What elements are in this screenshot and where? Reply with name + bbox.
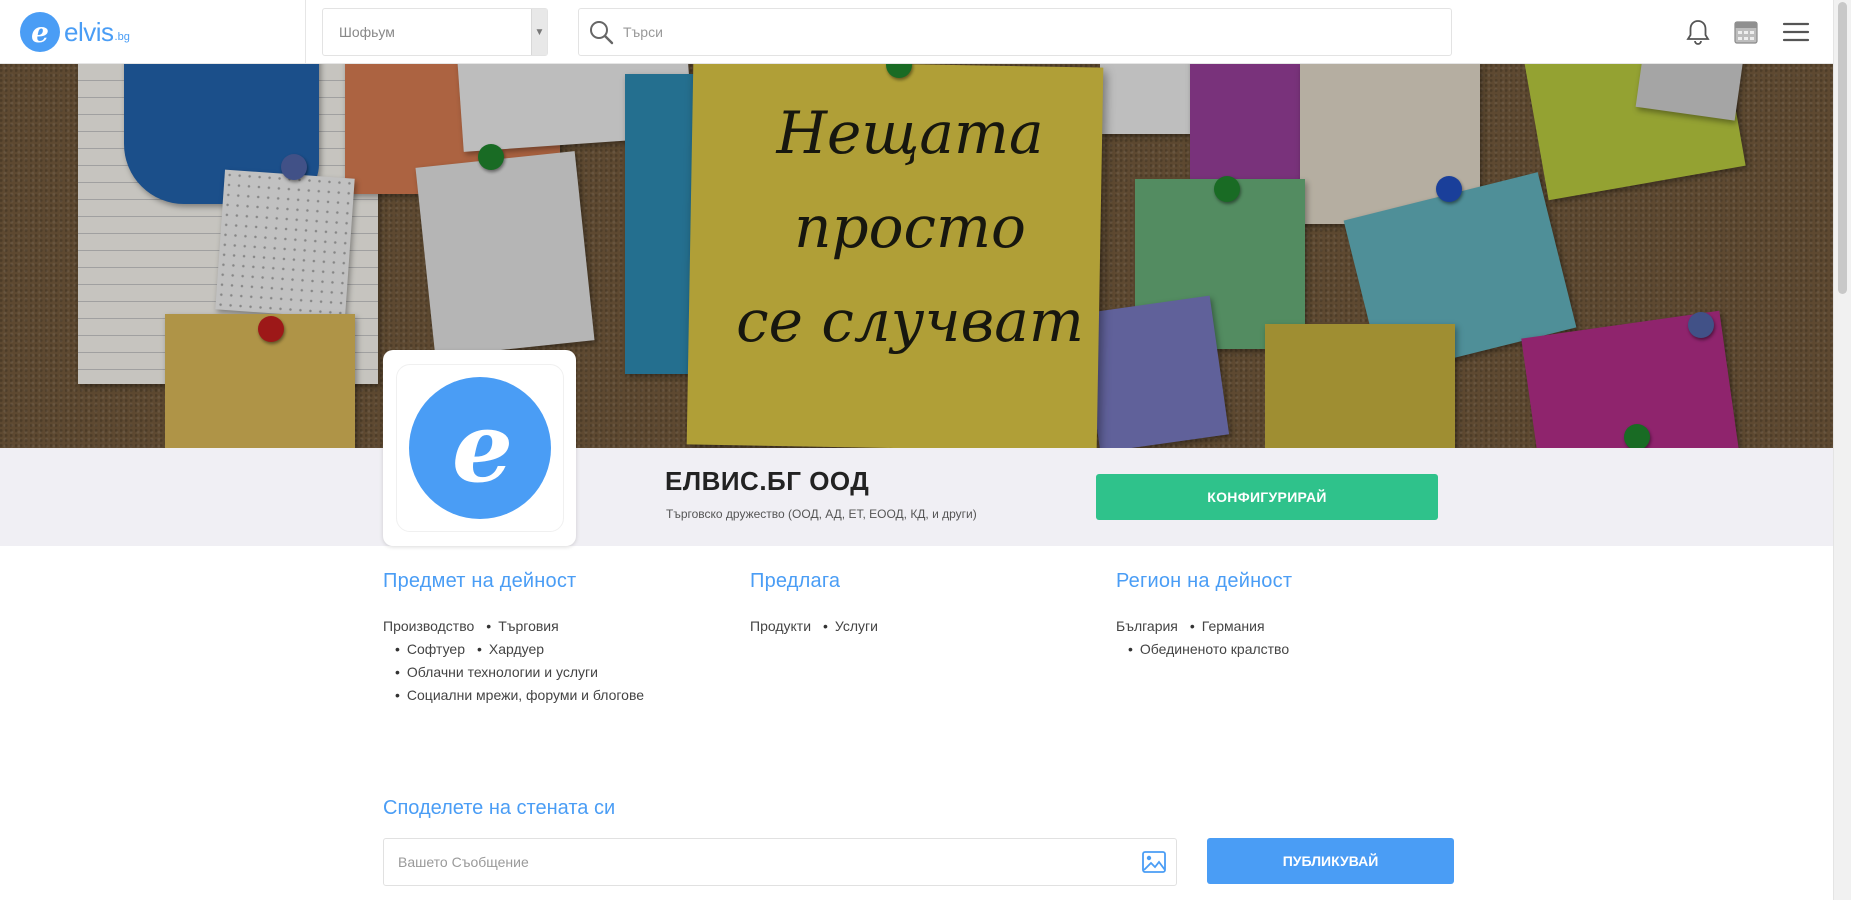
search-input[interactable]: [623, 24, 1451, 40]
activity-tag: Хардуер: [465, 641, 544, 657]
image-upload-icon[interactable]: [1132, 839, 1176, 885]
header-divider: [305, 0, 306, 64]
region-section: Регион на дейност БългарияГермания Обеди…: [1116, 570, 1436, 661]
search-bar[interactable]: [578, 8, 1452, 56]
category-select-value: Шофьум: [339, 24, 395, 40]
category-select[interactable]: Шофьум ▼: [322, 8, 548, 56]
offers-title: Предлага: [750, 570, 841, 592]
elvis-logo-avatar: e: [408, 377, 551, 519]
activity-tag: Социални мрежи, форуми и блогове: [383, 687, 644, 703]
profile-header-strip: [0, 448, 1833, 546]
logo-mark: e: [20, 12, 60, 52]
activity-tag: Софтуер: [383, 641, 465, 657]
region-tag: България: [1116, 618, 1178, 634]
wall-share-title: Споделете на стената си: [383, 797, 616, 819]
logo-text: elvis: [64, 16, 114, 47]
region-tag: Обединеното кралство: [1116, 641, 1289, 657]
activity-section: Предмет на дейност ПроизводствоТърговия …: [383, 570, 703, 707]
company-type: Търговско дружество (ООД, АД, ЕТ, ЕООД, …: [666, 507, 977, 521]
offers-tag: Услуги: [811, 618, 878, 634]
wall-message-input[interactable]: [384, 854, 1132, 870]
activity-tag: Търговия: [474, 618, 558, 634]
company-avatar[interactable]: e: [383, 350, 576, 546]
configure-button[interactable]: КОНФИГУРИРАЙ: [1096, 474, 1438, 520]
region-tag: Германия: [1178, 618, 1265, 634]
cover-image: Нещата просто се случват: [0, 64, 1833, 448]
region-tags: БългарияГермания Обединеното кралство: [1116, 615, 1386, 661]
logo-tld: .bg: [114, 31, 130, 43]
page-scrollbar[interactable]: [1833, 0, 1851, 900]
activity-title: Предмет на дейност: [383, 570, 577, 592]
top-navigation-bar: e elvis .bg Шофьум ▼: [0, 0, 1833, 64]
region-title: Регион на дейност: [1116, 570, 1293, 592]
scrollbar-thumb[interactable]: [1838, 2, 1847, 294]
avatar-frame: e: [395, 364, 564, 532]
offers-tag: Продукти: [750, 618, 812, 634]
activity-tag: Облачни технологии и услуги: [383, 664, 598, 680]
activity-tag: Производство: [383, 618, 475, 634]
publish-button[interactable]: ПУБЛИКУВАЙ: [1207, 838, 1454, 884]
calendar-icon[interactable]: [1730, 16, 1762, 48]
offers-tags: ПродуктиУслуги: [750, 615, 1020, 638]
bell-icon[interactable]: [1682, 16, 1714, 48]
cover-overlay: [0, 64, 1833, 448]
wall-message-box[interactable]: [383, 838, 1177, 886]
offers-section: Предлага ПродуктиУслуги: [750, 570, 1070, 638]
activity-tags: ПроизводствоТърговия СофтуерХардуер Обла…: [383, 615, 653, 707]
company-name: ЕЛВИС.БГ ООД: [665, 466, 870, 496]
hamburger-menu-icon[interactable]: [1780, 16, 1812, 48]
elvis-logo[interactable]: e elvis .bg: [20, 12, 130, 52]
search-icon[interactable]: [579, 9, 623, 55]
chevron-down-icon[interactable]: ▼: [531, 9, 547, 55]
